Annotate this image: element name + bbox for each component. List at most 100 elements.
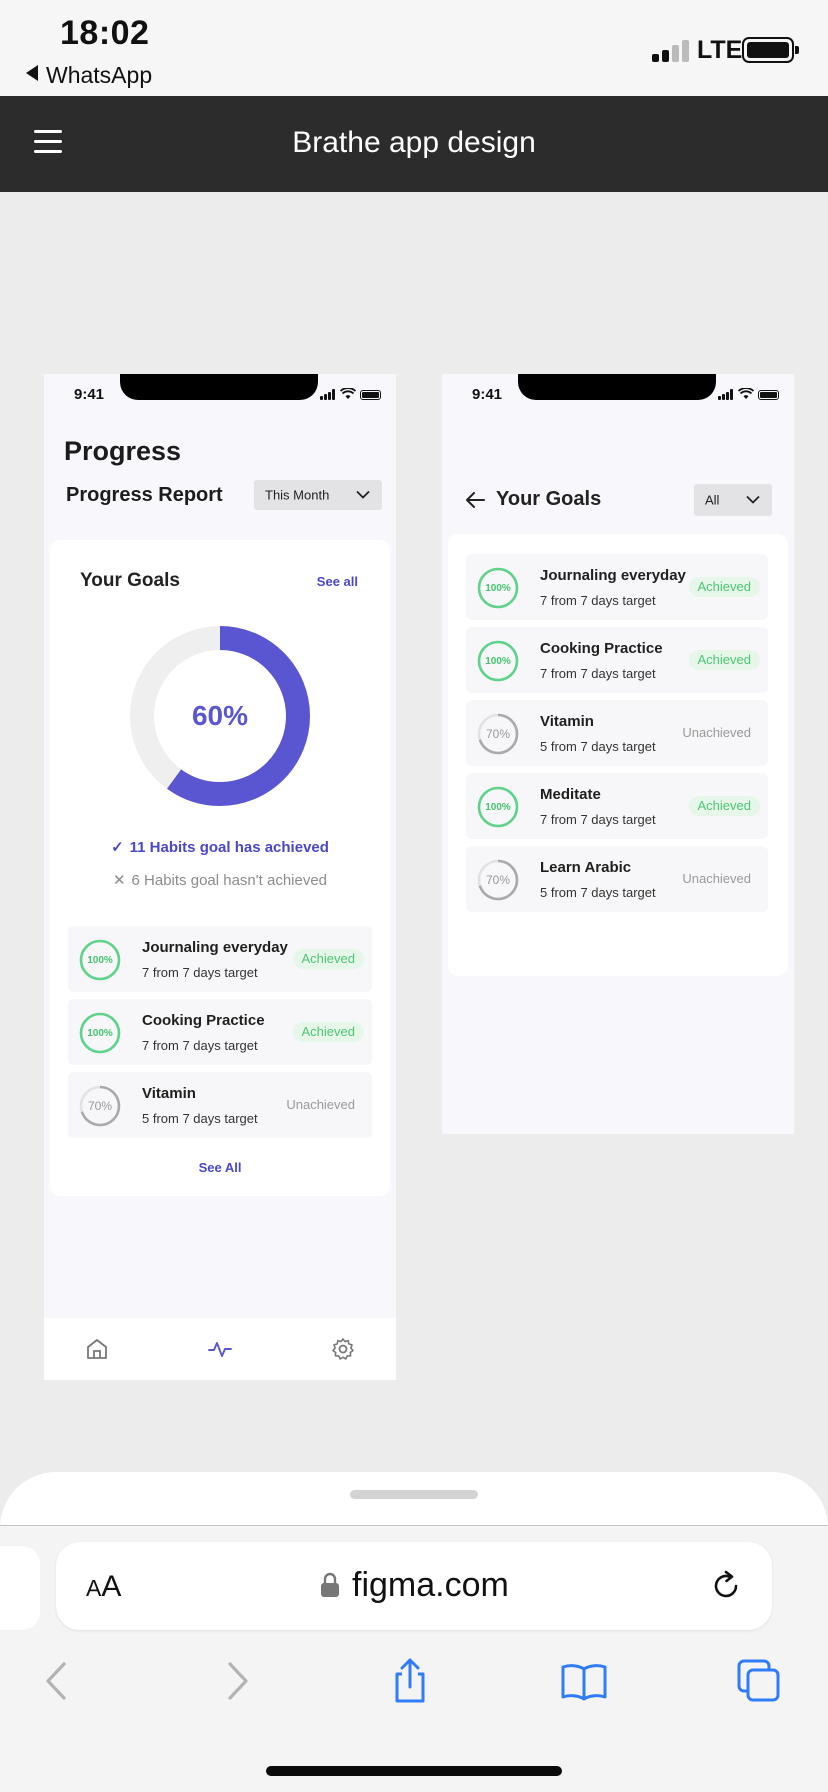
bookmarks-icon[interactable] — [559, 1656, 609, 1706]
notch — [518, 374, 716, 400]
back-to-app-link[interactable]: WhatsApp — [26, 62, 152, 89]
goal-row[interactable]: 100% Journaling everyday 7 from 7 days tar… — [68, 926, 372, 992]
address-bar[interactable]: AA figma.com — [56, 1542, 772, 1630]
back-arrow-icon[interactable] — [464, 490, 486, 510]
phone-status-bar: 9:41 — [44, 374, 396, 414]
card-heading: Your Goals — [80, 570, 180, 591]
goal-target: 7 from 7 days target — [540, 593, 656, 608]
period-dropdown-value: This Month — [265, 487, 330, 503]
phone-time: 9:41 — [472, 386, 503, 403]
status-badge: Unachieved — [682, 871, 751, 886]
goal-target: 7 from 7 days target — [540, 812, 656, 827]
goal-row[interactable]: 100% Journaling everyday 7 from 7 days tar… — [466, 554, 768, 620]
goal-target: 7 from 7 days target — [142, 965, 258, 980]
goal-name: Meditate — [540, 786, 601, 803]
check-icon: ✓ — [111, 839, 124, 856]
ios-status-bar: 18:02 WhatsApp LTE — [0, 0, 828, 96]
goal-name: Vitamin — [142, 1085, 196, 1102]
home-icon[interactable] — [84, 1336, 110, 1362]
status-badge: Achieved — [688, 796, 760, 816]
ring-percent: 70% — [485, 727, 511, 741]
goal-target: 7 from 7 days target — [142, 1038, 258, 1053]
settings-icon[interactable] — [330, 1336, 356, 1362]
not-achieved-text: 6 Habits goal hasn't achieved — [131, 872, 328, 889]
back-app-label: WhatsApp — [46, 62, 153, 88]
goal-name: Journaling everyday — [540, 567, 686, 584]
goal-name: Cooking Practice — [540, 640, 663, 657]
period-dropdown[interactable]: This Month — [254, 480, 382, 510]
back-triangle-icon — [26, 65, 38, 81]
filter-dropdown-value: All — [705, 492, 720, 508]
ring-percent: 100% — [485, 582, 511, 594]
share-icon[interactable] — [385, 1656, 435, 1706]
activity-icon[interactable] — [207, 1336, 233, 1362]
tabs-icon[interactable] — [734, 1656, 784, 1706]
goals-summary-card: Your Goals See all 60% ✓ 11 Habits goal h… — [50, 540, 390, 1196]
ring-percent: 100% — [485, 801, 511, 813]
ring-percent: 100% — [485, 655, 511, 667]
see-all-button[interactable]: See All — [50, 1160, 390, 1175]
goal-target: 5 from 7 days target — [142, 1111, 258, 1126]
tab-bar — [44, 1318, 396, 1380]
report-label: Progress Report — [66, 484, 223, 506]
ring-percent: 100% — [87, 1027, 113, 1039]
ring-percent: 70% — [87, 1099, 113, 1113]
status-badge: Achieved — [688, 577, 760, 597]
lock-icon — [321, 1572, 339, 1597]
phone-battery-icon — [758, 390, 779, 400]
goals-list-card: 100% Journaling everyday 7 from 7 days tar… — [448, 534, 788, 976]
wifi-icon — [738, 388, 754, 399]
chevron-down-icon — [746, 495, 760, 504]
home-indicator — [266, 1766, 562, 1776]
status-badge: Unachieved — [286, 1097, 355, 1112]
page-title: Your Goals — [496, 488, 602, 510]
cross-icon: ✕ — [112, 872, 126, 889]
goal-row[interactable]: 70% Vitamin 5 from 7 days target Unachieved — [68, 1072, 372, 1138]
cellular-signal-icon — [652, 38, 690, 62]
file-title: Brathe app design — [292, 126, 536, 159]
signal-icon — [320, 389, 336, 400]
sheet-grab-handle[interactable] — [350, 1490, 478, 1499]
status-badge: Achieved — [688, 650, 760, 670]
status-badge: Unachieved — [682, 725, 751, 740]
reload-icon[interactable] — [708, 1568, 744, 1604]
phone-status-icons — [718, 388, 780, 401]
progress-screen-frame: 9:41 Progress Progress Report This Month… — [44, 374, 396, 1380]
achieved-summary: ✓ 11 Habits goal has achieved — [50, 838, 390, 856]
battery-icon — [742, 37, 799, 63]
previous-tab-peek[interactable] — [0, 1546, 40, 1630]
reader-settings-button[interactable]: AA — [86, 1570, 121, 1604]
url-text: figma.com — [352, 1566, 509, 1604]
back-icon[interactable] — [32, 1656, 82, 1706]
phone-battery-icon — [360, 390, 381, 400]
wifi-icon — [340, 388, 356, 399]
goal-target: 5 from 7 days target — [540, 885, 656, 900]
goal-name: Cooking Practice — [142, 1012, 265, 1029]
notch — [120, 374, 318, 400]
goal-name: Learn Arabic — [540, 859, 632, 876]
ring-percent: 100% — [87, 954, 113, 966]
filter-dropdown[interactable]: All — [694, 484, 772, 516]
goal-row[interactable]: 70% Learn Arabic 5 from 7 days target Unach… — [466, 846, 768, 912]
page-title: Progress — [64, 436, 182, 466]
phone-status-bar: 9:41 — [442, 374, 794, 414]
goal-row[interactable]: 100% Cooking Practice 7 from 7 days target… — [68, 999, 372, 1065]
goal-row[interactable]: 100% Cooking Practice 7 from 7 days target… — [466, 627, 768, 693]
goal-row[interactable]: 70% Vitamin 5 from 7 days target Unachieved — [466, 700, 768, 766]
phone-time: 9:41 — [74, 386, 105, 403]
goal-target: 5 from 7 days target — [540, 739, 656, 754]
goal-target: 7 from 7 days target — [540, 666, 656, 681]
forward-icon[interactable] — [212, 1656, 262, 1706]
your-goals-screen-frame: 9:41 Your Goals All 100% Journaling every… — [442, 374, 794, 1134]
network-label: LTE — [697, 36, 743, 64]
figma-header: Brathe app design — [0, 96, 828, 192]
goal-name: Journaling everyday — [142, 939, 288, 956]
goal-name: Vitamin — [540, 713, 594, 730]
not-achieved-summary: ✕ 6 Habits goal hasn't achieved — [50, 871, 390, 889]
signal-icon — [718, 389, 734, 400]
clock: 18:02 — [60, 14, 150, 52]
see-all-link[interactable]: See all — [317, 574, 358, 589]
goal-row[interactable]: 100% Meditate 7 from 7 days target Achieved — [466, 773, 768, 839]
achieved-text: 11 Habits goal has achieved — [129, 839, 329, 856]
donut-percent: 60% — [191, 700, 249, 731]
